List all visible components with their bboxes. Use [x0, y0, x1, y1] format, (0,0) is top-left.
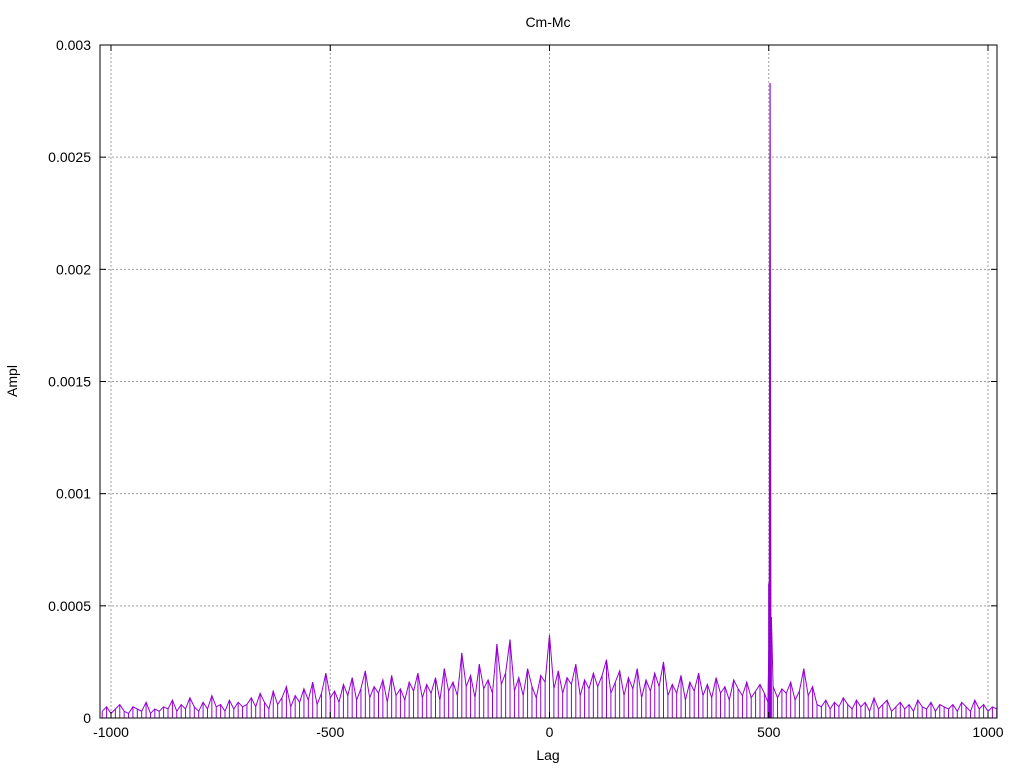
y-tick-label: 0 [83, 710, 91, 726]
y-tick-label: 0.0015 [48, 374, 91, 390]
x-axis-label: Lag [536, 747, 559, 763]
y-tick-label: 0.002 [56, 261, 91, 277]
grid [100, 45, 997, 718]
x-tick-label: 0 [546, 724, 554, 740]
y-tick-label: 0.001 [56, 486, 91, 502]
x-tick-label: -500 [316, 724, 344, 740]
y-axis-label: Ampl [4, 365, 20, 397]
x-tick-label: -1000 [93, 724, 129, 740]
x-tick-label: 1000 [972, 724, 1003, 740]
y-tick-label: 0.003 [56, 37, 91, 53]
ticks: -1000 -500 0 500 1000 0 0.0005 0.001 0.0015 0.002… [48, 37, 1004, 740]
chart: -1000 -500 0 500 1000 0 0.0005 0.001 0.0015 0.002… [4, 14, 1004, 763]
y-tick-label: 0.0025 [48, 149, 91, 165]
y-tick-label: 0.0005 [48, 598, 91, 614]
chart-title: Cm-Mc [525, 14, 570, 30]
x-tick-label: 500 [757, 724, 781, 740]
